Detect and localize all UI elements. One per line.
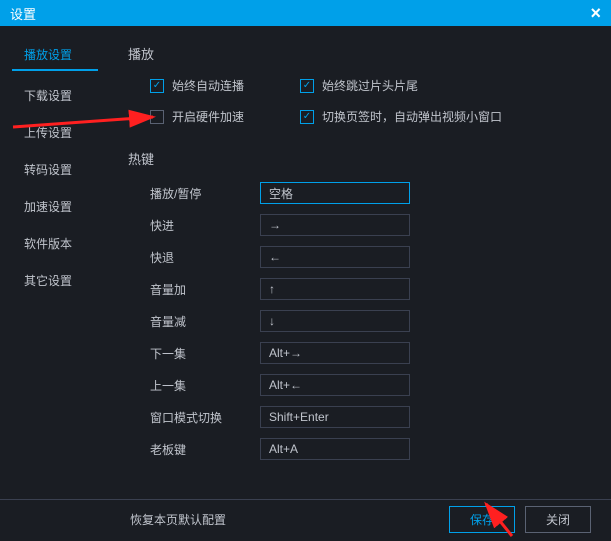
checkbox-hardware-accel[interactable]: 开启硬件加速	[150, 108, 300, 125]
playback-section-title: 播放	[128, 44, 591, 63]
sidebar-item-other[interactable]: 其它设置	[0, 262, 110, 299]
hotkey-row-voldown: 音量减	[150, 310, 591, 332]
titlebar: 设置 ×	[0, 0, 611, 26]
hotkey-label: 播放/暂停	[150, 185, 260, 202]
restore-defaults-link[interactable]: 恢复本页默认配置	[130, 511, 439, 528]
hotkey-input-next[interactable]	[260, 342, 410, 364]
checkbox-skip-intro[interactable]: 始终跳过片头片尾	[300, 77, 418, 94]
content: 播放设置 下载设置 上传设置 转码设置 加速设置 软件版本 其它设置 播放 始终…	[0, 26, 611, 499]
hotkey-input-voldown[interactable]	[260, 310, 410, 332]
sidebar-item-playback[interactable]: 播放设置	[12, 36, 98, 71]
hotkey-input-rewind[interactable]	[260, 246, 410, 268]
checkbox-label: 始终自动连播	[172, 77, 244, 94]
hotkey-row-windowmode: 窗口模式切换	[150, 406, 591, 428]
checkbox-icon	[300, 79, 314, 93]
hotkey-input-forward[interactable]	[260, 214, 410, 236]
sidebar: 播放设置 下载设置 上传设置 转码设置 加速设置 软件版本 其它设置	[0, 26, 110, 499]
close-button[interactable]: 关闭	[525, 506, 591, 533]
sidebar-item-transcode[interactable]: 转码设置	[0, 151, 110, 188]
checkbox-icon	[300, 110, 314, 124]
hotkey-row-volup: 音量加	[150, 278, 591, 300]
hotkey-input-playpause[interactable]	[260, 182, 410, 204]
checkbox-popout-video[interactable]: 切换页签时，自动弹出视频小窗口	[300, 108, 502, 125]
hotkey-row-next: 下一集	[150, 342, 591, 364]
playback-options: 始终自动连播 始终跳过片头片尾 开启硬件加速 切换页签时，自动弹出视频小窗口	[150, 77, 591, 125]
hotkey-input-prev[interactable]	[260, 374, 410, 396]
sidebar-item-version[interactable]: 软件版本	[0, 225, 110, 262]
hotkey-label: 下一集	[150, 345, 260, 362]
close-icon[interactable]: ×	[590, 3, 601, 24]
checkbox-autoplay[interactable]: 始终自动连播	[150, 77, 300, 94]
hotkey-list: 播放/暂停 快进 快退 音量加 音量减 下一集	[128, 182, 591, 460]
hotkey-row-rewind: 快退	[150, 246, 591, 268]
hotkey-section-title: 热键	[128, 149, 591, 168]
hotkey-row-bosskey: 老板键	[150, 438, 591, 460]
hotkey-input-windowmode[interactable]	[260, 406, 410, 428]
hotkey-input-volup[interactable]	[260, 278, 410, 300]
hotkey-label: 上一集	[150, 377, 260, 394]
hotkey-input-bosskey[interactable]	[260, 438, 410, 460]
hotkey-row-prev: 上一集	[150, 374, 591, 396]
sidebar-item-download[interactable]: 下载设置	[0, 77, 110, 114]
checkbox-label: 始终跳过片头片尾	[322, 77, 418, 94]
hotkey-label: 窗口模式切换	[150, 409, 260, 426]
main-panel: 播放 始终自动连播 始终跳过片头片尾 开启硬件加速	[110, 26, 611, 499]
save-button[interactable]: 保存	[449, 506, 515, 533]
checkbox-label: 开启硬件加速	[172, 108, 244, 125]
hotkey-label: 快进	[150, 217, 260, 234]
window-title: 设置	[10, 4, 590, 23]
checkbox-icon	[150, 79, 164, 93]
hotkey-row-forward: 快进	[150, 214, 591, 236]
hotkey-label: 音量加	[150, 281, 260, 298]
sidebar-item-accelerate[interactable]: 加速设置	[0, 188, 110, 225]
hotkey-label: 快退	[150, 249, 260, 266]
checkbox-icon	[150, 110, 164, 124]
checkbox-label: 切换页签时，自动弹出视频小窗口	[322, 108, 502, 125]
footer: 恢复本页默认配置 保存 关闭	[0, 499, 611, 539]
hotkey-label: 音量减	[150, 313, 260, 330]
sidebar-item-upload[interactable]: 上传设置	[0, 114, 110, 151]
hotkey-row-playpause: 播放/暂停	[150, 182, 591, 204]
hotkey-label: 老板键	[150, 441, 260, 458]
